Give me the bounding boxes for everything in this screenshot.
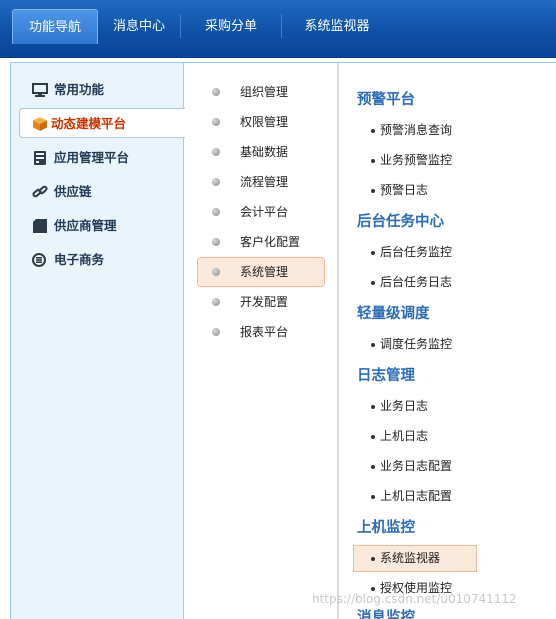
- bullet-icon: [371, 343, 375, 347]
- nav-item-supply-chain[interactable]: 供应链: [11, 177, 184, 207]
- sub-item-permission-management[interactable]: 权限管理: [197, 107, 325, 137]
- nav-item-label: 供应商管理: [54, 218, 117, 233]
- leaf-schedule-task-monitor[interactable]: 调度任务监控: [353, 331, 477, 358]
- sub-item-label: 开发配置: [240, 295, 289, 309]
- leaf-label: 后台任务监控: [380, 245, 453, 259]
- bullet-icon: [371, 587, 375, 591]
- server-icon: [34, 151, 46, 165]
- leaf-background-task-monitor[interactable]: 后台任务监控: [353, 239, 477, 266]
- nav-item-label: 电子商务: [54, 252, 105, 267]
- bullet-icon: [371, 465, 375, 469]
- leaf-background-task-log[interactable]: 后台任务日志: [353, 269, 477, 296]
- sub-item-label: 基础数据: [240, 145, 289, 159]
- tab-system-monitor[interactable]: 系统监视器: [282, 9, 392, 44]
- folder-icon: [33, 219, 47, 233]
- leaf-operation-log[interactable]: 上机日志: [353, 423, 477, 450]
- left-nav-panel: 常用功能 动态建模平台 应用管理平台 供应链 供应商管理 电子商务: [11, 63, 196, 619]
- bullet-icon: [371, 189, 375, 193]
- bullet-icon: [212, 298, 220, 306]
- tab-function-nav[interactable]: 功能导航: [12, 9, 98, 44]
- bullet-icon: [371, 435, 375, 439]
- leaf-label: 上机日志: [380, 429, 429, 443]
- bullet-icon: [212, 238, 220, 246]
- bullet-icon: [371, 281, 375, 285]
- function-list-panel: 预警平台 预警消息查询 业务预警监控 预警日志 后台任务中心 后台任务监控 后台…: [339, 63, 556, 619]
- leaf-operation-log-config[interactable]: 上机日志配置: [353, 483, 477, 510]
- link-icon: [32, 185, 48, 198]
- bullet-icon: [212, 148, 220, 156]
- leaf-business-warning-monitor[interactable]: 业务预警监控: [353, 147, 477, 174]
- sub-item-report-platform[interactable]: 报表平台: [197, 317, 325, 347]
- sub-item-label: 权限管理: [240, 115, 289, 129]
- nav-item-label: 供应链: [54, 184, 92, 199]
- leaf-label: 业务预警监控: [380, 153, 453, 167]
- nav-item-e-commerce[interactable]: 电子商务: [11, 245, 184, 275]
- watermark: https://blog.csdn.net/u010741112: [312, 592, 517, 606]
- leaf-label: 业务日志: [380, 399, 429, 413]
- nav-item-label: 常用功能: [54, 82, 105, 97]
- leaf-system-monitor[interactable]: 系统监视器: [353, 545, 477, 572]
- tab-message-center[interactable]: 消息中心: [98, 9, 180, 44]
- sub-item-label: 系统管理: [240, 265, 289, 279]
- nav-item-supplier-management[interactable]: 供应商管理: [11, 211, 184, 241]
- circle-e-icon: [32, 253, 46, 267]
- sub-item-accounting-platform[interactable]: 会计平台: [197, 197, 325, 227]
- bullet-icon: [212, 268, 220, 276]
- group-title-background-task-center: 后台任务中心: [357, 214, 444, 230]
- nav-item-common[interactable]: 常用功能: [11, 75, 184, 105]
- bullet-icon: [212, 178, 220, 186]
- nav-item-app-management[interactable]: 应用管理平台: [11, 143, 184, 173]
- leaf-label: 调度任务监控: [380, 337, 453, 351]
- group-title-message-monitor: 消息监控: [357, 610, 415, 619]
- leaf-label: 后台任务日志: [380, 275, 453, 289]
- leaf-label: 上机日志配置: [380, 489, 453, 503]
- group-title-lightweight-scheduling: 轻量级调度: [357, 306, 430, 322]
- sub-item-label: 会计平台: [240, 205, 289, 219]
- bullet-icon: [212, 328, 220, 336]
- sub-item-label: 客户化配置: [240, 235, 301, 249]
- leaf-warning-log[interactable]: 预警日志: [353, 177, 477, 204]
- bullet-icon: [371, 251, 375, 255]
- leaf-business-log[interactable]: 业务日志: [353, 393, 477, 420]
- top-navigation-bar: 功能导航 消息中心 采购分单 系统监视器: [0, 0, 556, 58]
- group-title-operation-monitor: 上机监控: [357, 520, 415, 536]
- bullet-icon: [371, 129, 375, 133]
- nav-item-label: 动态建模平台: [51, 116, 127, 131]
- sub-item-process-management[interactable]: 流程管理: [197, 167, 325, 197]
- sub-item-label: 报表平台: [240, 325, 289, 339]
- leaf-warning-message-query[interactable]: 预警消息查询: [353, 117, 477, 144]
- sub-item-label: 组织管理: [240, 85, 289, 99]
- bullet-icon: [371, 495, 375, 499]
- monitor-icon: [32, 83, 48, 97]
- bullet-icon: [212, 118, 220, 126]
- group-title-log-management: 日志管理: [357, 368, 415, 384]
- sub-item-org-management[interactable]: 组织管理: [197, 77, 325, 107]
- bullet-icon: [212, 208, 220, 216]
- bullet-icon: [371, 159, 375, 163]
- bullet-icon: [371, 405, 375, 409]
- sub-item-customization[interactable]: 客户化配置: [197, 227, 325, 257]
- leaf-label: 预警日志: [380, 183, 429, 197]
- tab-purchase-split[interactable]: 采购分单: [181, 9, 281, 44]
- leaf-business-log-config[interactable]: 业务日志配置: [353, 453, 477, 480]
- nav-item-label: 应用管理平台: [54, 150, 130, 165]
- leaf-label: 业务日志配置: [380, 459, 453, 473]
- cube-icon: [33, 117, 47, 131]
- leaf-label: 预警消息查询: [380, 123, 453, 137]
- group-title-warning-platform: 预警平台: [357, 92, 415, 108]
- sub-item-system-management[interactable]: 系统管理: [197, 257, 325, 287]
- sub-item-label: 流程管理: [240, 175, 289, 189]
- sub-item-dev-config[interactable]: 开发配置: [197, 287, 325, 317]
- sub-nav-panel: 组织管理 权限管理 基础数据 流程管理 会计平台 客户化配置 系统管理 开发配置…: [185, 63, 337, 619]
- nav-item-dynamic-modeling[interactable]: 动态建模平台: [19, 108, 196, 138]
- leaf-label: 系统监视器: [380, 551, 441, 565]
- sub-item-base-data[interactable]: 基础数据: [197, 137, 325, 167]
- bullet-icon: [212, 88, 220, 96]
- bullet-icon: [371, 557, 375, 561]
